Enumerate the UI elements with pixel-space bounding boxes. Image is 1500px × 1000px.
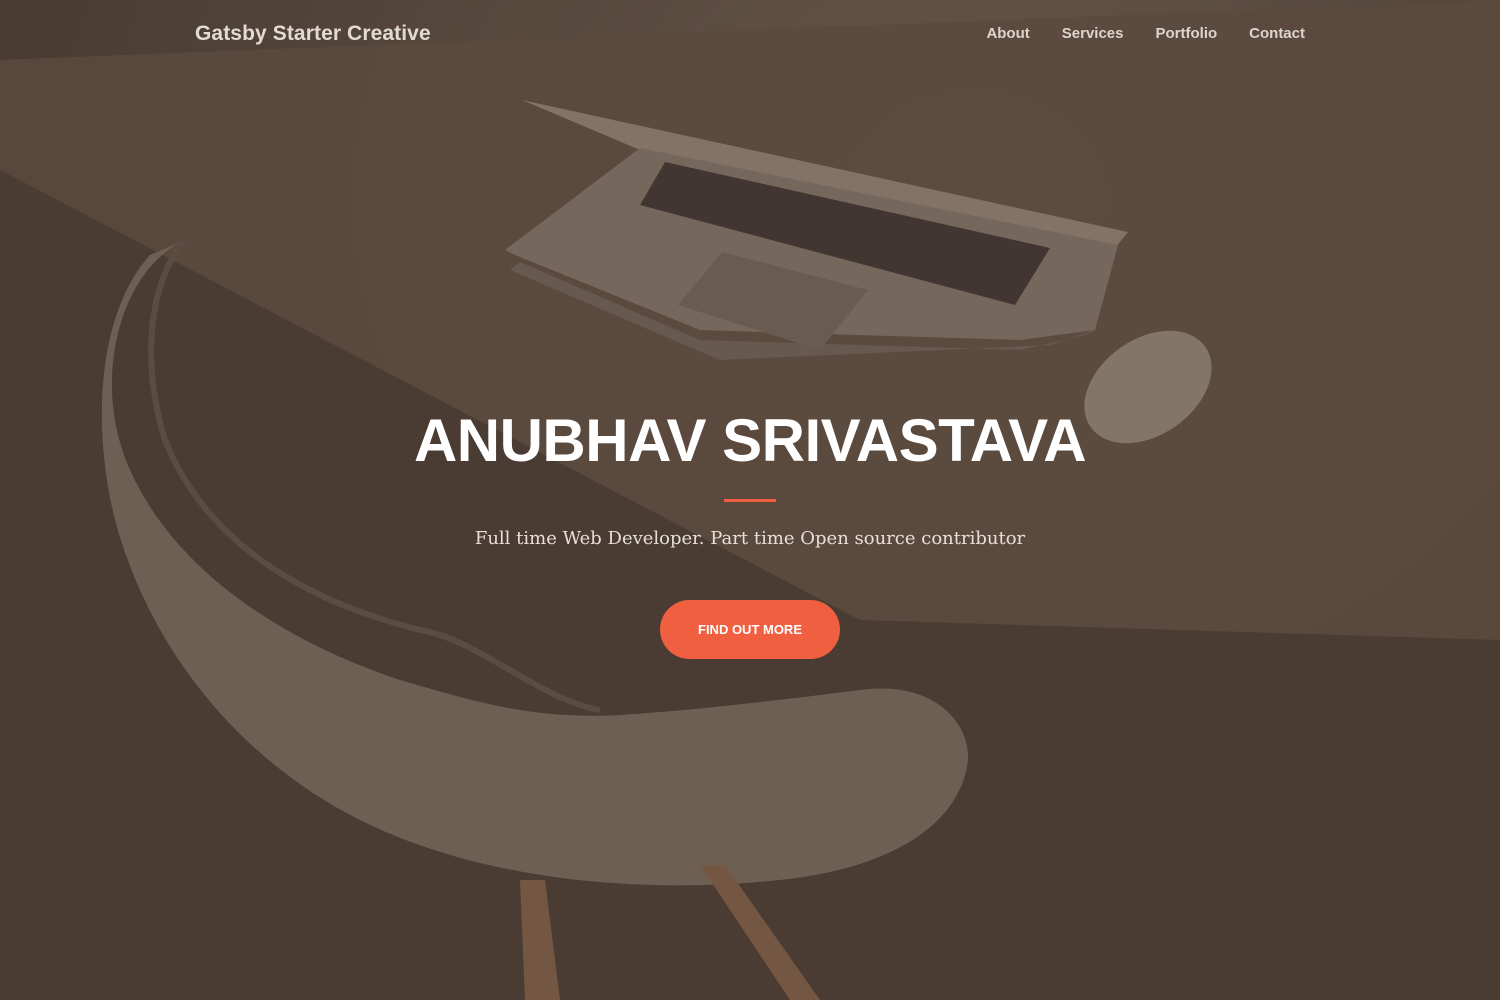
hero-content: ANUBHAV SRIVASTAVA Full time Web Develop… xyxy=(0,400,1500,659)
find-out-more-button[interactable]: FIND OUT MORE xyxy=(660,600,840,659)
hero-title: ANUBHAV SRIVASTAVA xyxy=(413,407,1087,474)
nav-link-portfolio[interactable]: Portfolio xyxy=(1156,25,1218,42)
nav-links: About Services Portfolio Contact xyxy=(986,25,1305,42)
brand-link[interactable]: Gatsby Starter Creative xyxy=(195,22,431,46)
nav-link-contact[interactable]: Contact xyxy=(1249,25,1305,42)
nav-link-services[interactable]: Services xyxy=(1062,25,1124,42)
hero-subtitle: Full time Web Developer. Part time Open … xyxy=(474,528,1026,549)
hero-divider xyxy=(724,499,776,502)
nav-link-about[interactable]: About xyxy=(986,25,1029,42)
navbar: Gatsby Starter Creative About Services P… xyxy=(0,0,1500,70)
